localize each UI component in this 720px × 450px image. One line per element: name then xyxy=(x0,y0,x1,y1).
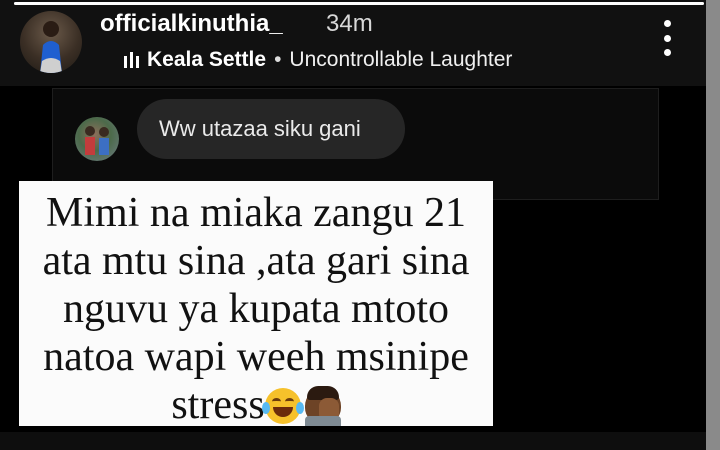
story-text: Mimi na miaka zangu 21 ata mtu sina ,ata… xyxy=(19,189,493,429)
avatar-image xyxy=(40,21,62,73)
username[interactable]: officialkinuthia_ xyxy=(100,10,283,38)
tears-of-joy-icon xyxy=(261,388,304,424)
profile-avatar[interactable] xyxy=(20,11,82,73)
story-header: officialkinuthia_ 34m Keala Settle • Unc… xyxy=(0,0,706,86)
music-bars-icon xyxy=(124,52,139,68)
music-artist: Keala Settle xyxy=(147,48,267,71)
story-text-line: natoa wapi weeh msinipe xyxy=(43,334,469,380)
music-separator: • xyxy=(274,48,282,71)
emoji-group xyxy=(261,386,341,426)
facepalm-icon xyxy=(304,386,341,426)
story-viewer[interactable]: officialkinuthia_ 34m Keala Settle • Unc… xyxy=(0,0,706,450)
story-text-line: nguvu ya kupata mtoto xyxy=(62,286,450,332)
story-progress-bar xyxy=(14,2,704,5)
more-options-icon[interactable] xyxy=(655,16,679,60)
story-text-line: ata mtu sina ,ata gari sina xyxy=(42,238,470,284)
music-attribution[interactable]: Keala Settle • Uncontrollable Laughter xyxy=(124,47,512,73)
reply-avatar-image xyxy=(85,126,109,155)
post-time: 34m xyxy=(326,10,373,37)
reply-message-bubble: Ww utazaa siku gani xyxy=(137,99,405,159)
music-song-title: Uncontrollable Laughter xyxy=(289,48,513,71)
story-text-line: Mimi na miaka zangu 21 xyxy=(46,190,466,236)
story-progress-fill xyxy=(14,2,704,5)
reply-avatar xyxy=(75,117,119,161)
bottom-bar xyxy=(0,432,706,450)
story-text-line-last: stress xyxy=(19,381,493,429)
story-text-card: Mimi na miaka zangu 21 ata mtu sina ,ata… xyxy=(19,181,493,429)
story-text-line: stress xyxy=(171,382,265,428)
screen-edge xyxy=(706,0,720,450)
